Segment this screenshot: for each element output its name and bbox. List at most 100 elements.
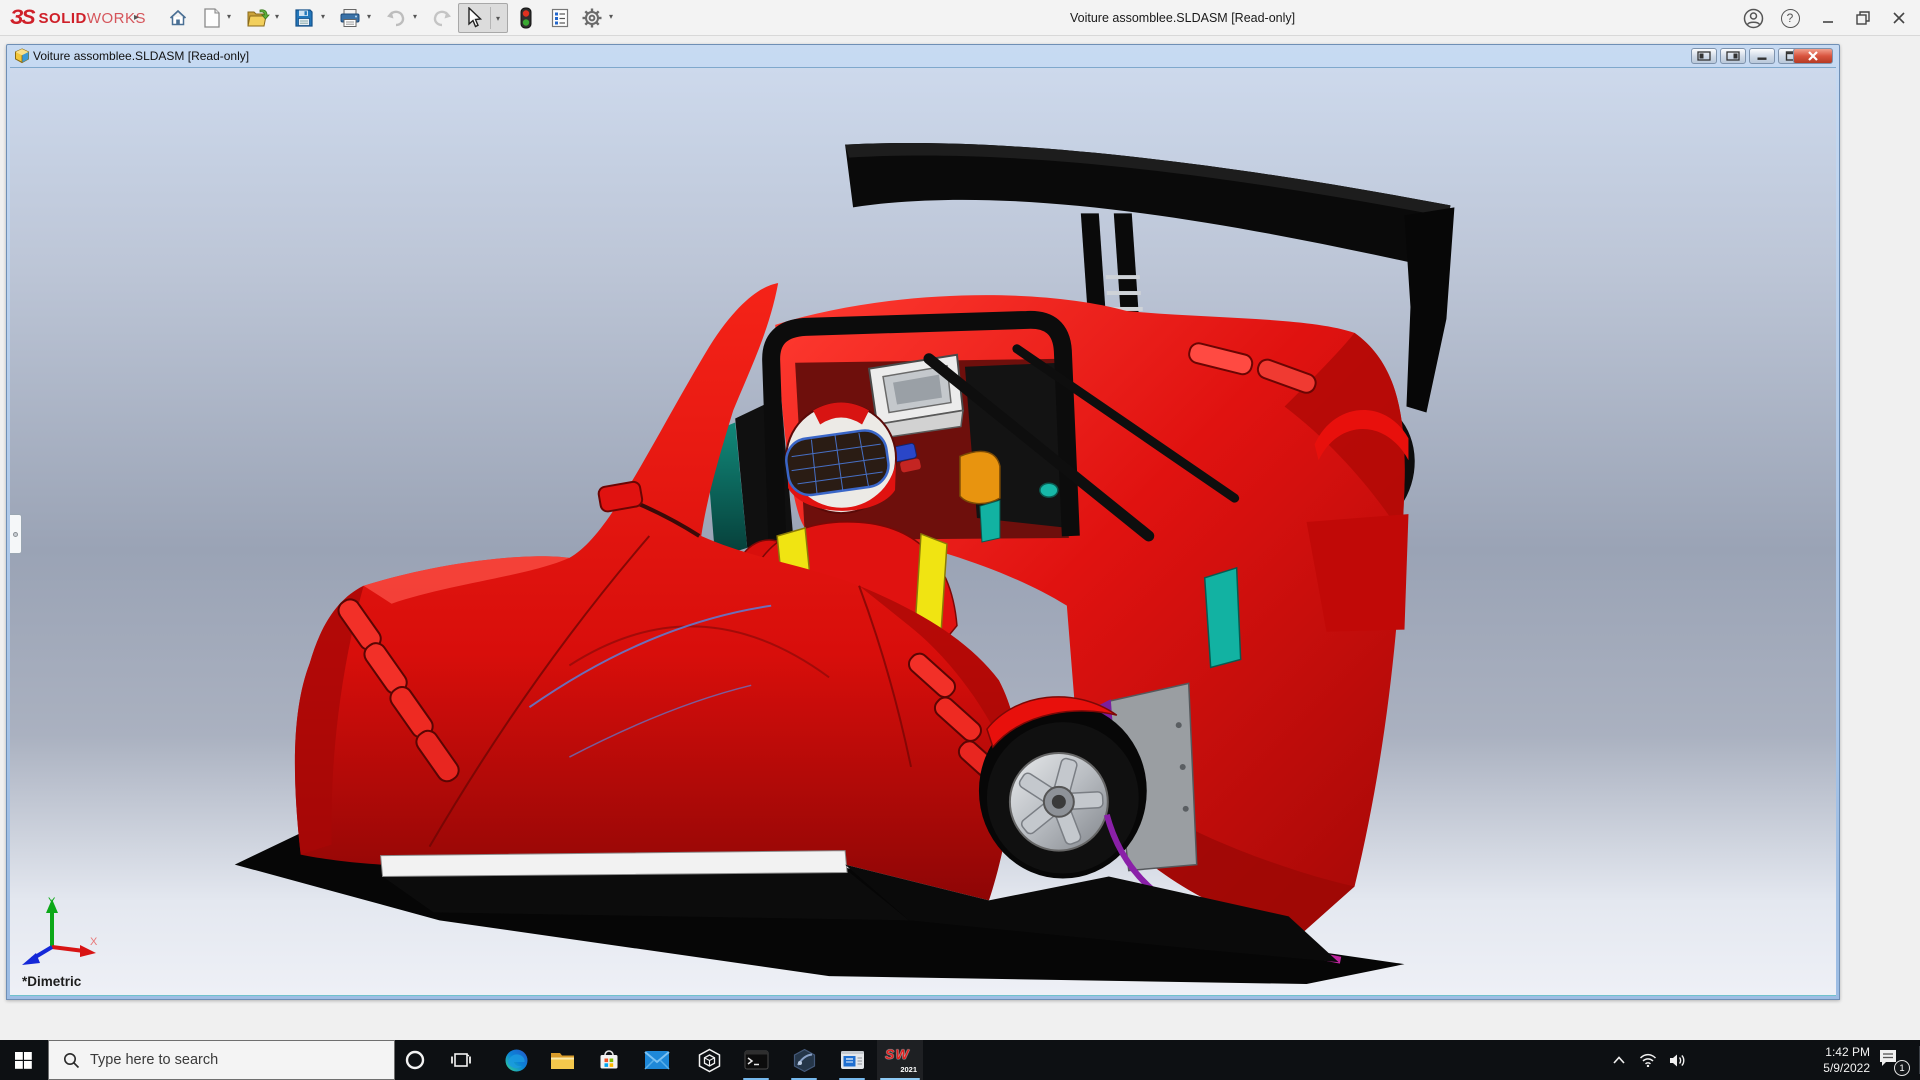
save-icon bbox=[294, 8, 314, 28]
new-document-button[interactable] bbox=[198, 5, 226, 31]
help-button[interactable]: ? bbox=[1775, 5, 1805, 31]
taskbar-app-mail[interactable] bbox=[634, 1040, 680, 1080]
cortana-icon bbox=[404, 1049, 426, 1071]
graphics-viewport[interactable]: Y X *Dimetric bbox=[10, 67, 1836, 996]
front-splitter-stripe bbox=[381, 851, 847, 877]
edrawings-icon bbox=[792, 1048, 817, 1073]
save-button[interactable] bbox=[290, 5, 318, 31]
save-caret-icon[interactable]: ▾ bbox=[318, 12, 328, 21]
mail-icon bbox=[644, 1050, 670, 1070]
home-icon bbox=[168, 8, 188, 28]
select-tool-button[interactable]: ▾ bbox=[458, 3, 508, 33]
restore-icon bbox=[1855, 10, 1871, 26]
task-view-button[interactable] bbox=[438, 1040, 484, 1080]
rebuild-button[interactable] bbox=[512, 5, 540, 31]
tile-left-button[interactable] bbox=[1691, 48, 1717, 64]
taskbar: SW 2021 1:42 PM bbox=[0, 1040, 1920, 1080]
minimize-icon bbox=[1821, 11, 1835, 25]
side-window bbox=[1205, 568, 1241, 668]
start-button[interactable] bbox=[0, 1040, 46, 1080]
options-gear-icon bbox=[581, 7, 603, 29]
chevron-up-icon bbox=[1613, 1056, 1625, 1064]
windows-start-icon bbox=[15, 1052, 32, 1069]
taskbar-app-edge[interactable] bbox=[493, 1040, 539, 1080]
edge-icon bbox=[504, 1048, 529, 1073]
tray-network-button[interactable] bbox=[1634, 1040, 1662, 1080]
splitter-dot bbox=[13, 532, 18, 537]
pane-left-icon bbox=[1697, 51, 1711, 61]
orientation-triad[interactable]: Y X bbox=[18, 895, 102, 967]
print-button[interactable] bbox=[336, 5, 364, 31]
doc-close-button[interactable] bbox=[1793, 48, 1833, 64]
file-properties-icon bbox=[550, 8, 570, 28]
print-icon bbox=[339, 8, 361, 28]
file-explorer-icon bbox=[550, 1049, 575, 1071]
document-title: Voiture assomblee.SLDASM [Read-only] bbox=[33, 45, 249, 67]
search-input[interactable] bbox=[90, 1052, 360, 1068]
document-window: Voiture assomblee.SLDASM [Read-only] bbox=[6, 44, 1840, 1000]
options-caret-icon[interactable]: ▾ bbox=[606, 12, 616, 21]
command-prompt-icon bbox=[744, 1050, 769, 1070]
taskbar-app-solidworks[interactable]: SW 2021 bbox=[877, 1040, 923, 1080]
print-caret-icon[interactable]: ▾ bbox=[364, 12, 374, 21]
taskbar-search[interactable] bbox=[48, 1040, 395, 1080]
search-icon bbox=[63, 1052, 80, 1069]
speaker-icon bbox=[1669, 1053, 1687, 1068]
taskbar-app-edrawings[interactable] bbox=[781, 1040, 827, 1080]
options-button[interactable] bbox=[578, 5, 606, 31]
taskbar-app-store[interactable] bbox=[586, 1040, 632, 1080]
taskbar-app-3d-viewer[interactable] bbox=[686, 1040, 732, 1080]
solidworks-2021-icon: SW 2021 bbox=[885, 1046, 915, 1074]
close-icon bbox=[1892, 11, 1906, 25]
cockpit-orange-trim bbox=[960, 451, 1000, 503]
wifi-icon bbox=[1639, 1053, 1657, 1067]
solidworks-logo: ЗS SOLID WORKS bbox=[10, 6, 146, 30]
cortana-button[interactable] bbox=[392, 1040, 438, 1080]
action-center-button[interactable]: 1 bbox=[1872, 1040, 1912, 1080]
solidworks-logo-glyph: ЗS bbox=[10, 6, 34, 30]
new-document-caret-icon[interactable]: ▾ bbox=[224, 12, 234, 21]
tray-volume-button[interactable] bbox=[1664, 1040, 1692, 1080]
restore-button[interactable] bbox=[1848, 5, 1878, 31]
clock-time: 1:42 PM bbox=[1798, 1044, 1870, 1060]
select-divider bbox=[490, 7, 491, 29]
taskbar-app-blue-window[interactable] bbox=[829, 1040, 875, 1080]
minimize-button[interactable] bbox=[1813, 5, 1843, 31]
open-folder-icon bbox=[246, 8, 270, 28]
doc-close-icon bbox=[1807, 51, 1819, 61]
account-icon bbox=[1743, 8, 1764, 29]
close-button[interactable] bbox=[1884, 5, 1914, 31]
account-button[interactable] bbox=[1738, 5, 1768, 31]
microsoft-store-icon bbox=[597, 1048, 621, 1072]
app-window-title: Voiture assomblee.SLDASM [Read-only] bbox=[1070, 0, 1295, 36]
clock-date: 5/9/2022 bbox=[1798, 1060, 1870, 1076]
undo-caret-icon[interactable]: ▾ bbox=[410, 12, 420, 21]
taskbar-app-file-explorer[interactable] bbox=[539, 1040, 585, 1080]
notification-badge: 1 bbox=[1894, 1060, 1910, 1076]
tray-expand-button[interactable] bbox=[1606, 1040, 1632, 1080]
new-document-icon bbox=[203, 8, 221, 28]
task-view-icon bbox=[451, 1051, 471, 1069]
redo-icon bbox=[431, 9, 453, 27]
view-orientation-label: *Dimetric bbox=[22, 974, 81, 989]
taskbar-app-command-prompt[interactable] bbox=[733, 1040, 779, 1080]
file-properties-button[interactable] bbox=[546, 5, 574, 31]
home-button[interactable] bbox=[164, 5, 192, 31]
logo-flyout-arrow-icon[interactable]: ▸ bbox=[134, 12, 139, 23]
open-button[interactable] bbox=[244, 5, 272, 31]
tile-right-button[interactable] bbox=[1720, 48, 1746, 64]
doc-minimize-button[interactable] bbox=[1749, 48, 1775, 64]
triad-y-label: Y bbox=[48, 896, 56, 908]
featuremanager-splitter-handle[interactable] bbox=[10, 514, 22, 554]
rebuild-traffic-light-icon bbox=[519, 7, 533, 29]
assembly-document-icon bbox=[14, 48, 31, 64]
taskbar-clock[interactable]: 1:42 PM 5/9/2022 bbox=[1798, 1044, 1870, 1076]
document-titlebar[interactable]: Voiture assomblee.SLDASM [Read-only] bbox=[7, 45, 1839, 67]
car-3d-model bbox=[10, 68, 1836, 995]
doc-minimize-icon bbox=[1756, 51, 1768, 61]
open-caret-icon[interactable]: ▾ bbox=[272, 12, 282, 21]
redo-button[interactable] bbox=[428, 5, 456, 31]
undo-button[interactable] bbox=[382, 5, 410, 31]
blue-window-app-icon bbox=[840, 1050, 865, 1070]
select-caret-icon[interactable]: ▾ bbox=[493, 14, 503, 23]
